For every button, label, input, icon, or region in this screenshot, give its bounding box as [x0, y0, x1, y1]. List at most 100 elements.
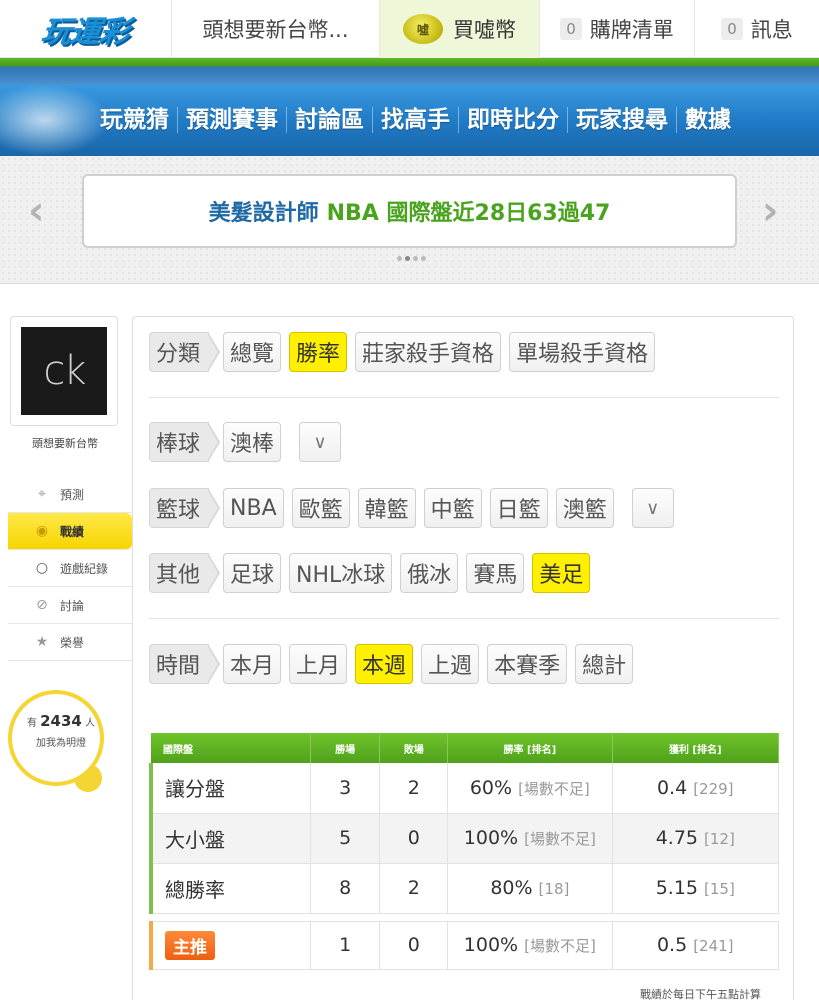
filter-row-time: 時間 本月 上月 本週 上週 本賽季 總計: [149, 644, 641, 684]
rate-value: 100%: [463, 934, 519, 956]
spacer-cell: [151, 913, 311, 921]
logo-text: 玩運彩: [39, 15, 131, 50]
nav-item-6[interactable]: 數據: [676, 107, 739, 133]
row-profit: 5.15 [15]: [612, 863, 779, 914]
filter-label-other: 其他: [149, 553, 221, 593]
chat-icon: ⊘: [36, 597, 48, 613]
table-row: 總勝率 8 2 80% [18] 5.15 [15]: [148, 863, 779, 914]
carousel-dot[interactable]: [421, 256, 426, 261]
cart-button[interactable]: 0 購牌清單: [540, 0, 695, 58]
filter-chip-time[interactable]: 上月: [289, 644, 348, 684]
sidebar-item-discuss[interactable]: ⊘ 討論: [8, 587, 132, 624]
filter-chip-other[interactable]: NHL冰球: [289, 553, 393, 593]
buy-coin-button[interactable]: 噓 買噓幣: [380, 0, 540, 58]
banner-link[interactable]: 美髮設計師 NBA 國際盤近28日63過47: [82, 174, 737, 248]
filter-chip-basketball[interactable]: 歐籃: [291, 488, 350, 528]
filter-chip-other[interactable]: 足球: [223, 553, 282, 593]
sidebar-item-label: 遊戲紀錄: [60, 561, 109, 576]
filter-chip-time[interactable]: 本週: [355, 644, 414, 684]
filter-label-category: 分類: [149, 332, 221, 372]
row-win: 3: [310, 763, 381, 814]
header-stripe: [0, 58, 819, 84]
message-count-badge: 0: [721, 18, 743, 40]
follower-count: 有 2434 人: [26, 712, 96, 730]
banner-text: NBA 國際盤近28日63過47: [326, 201, 611, 226]
filter-chip-basketball[interactable]: 澳籃: [555, 488, 614, 528]
table-header: 國際盤: [151, 733, 311, 763]
row-win: 5: [310, 813, 381, 864]
sidebar-item-honor[interactable]: ★ 榮譽: [8, 624, 132, 661]
chevron-down-icon[interactable]: ∨: [299, 422, 342, 462]
row-rate: 80% [18]: [447, 863, 613, 914]
user-name-link[interactable]: 頭想要新台幣...: [172, 0, 380, 58]
chevron-down-icon[interactable]: ∨: [631, 488, 674, 528]
row-rate: 60% [場數不足]: [447, 763, 613, 814]
banner-name: 美髮設計師: [208, 201, 319, 226]
filter-chip-category[interactable]: 莊家殺手資格: [355, 332, 502, 372]
filter-chip-other[interactable]: 俄冰: [400, 553, 459, 593]
carousel-dots: [397, 256, 426, 261]
filter-row-other: 其他 足球 NHL冰球 俄冰 賽馬 美足: [149, 553, 598, 593]
avatar-text: ck: [43, 348, 86, 394]
filter-chip-time[interactable]: 本月: [223, 644, 282, 684]
site-logo[interactable]: 玩運彩: [0, 0, 172, 58]
nav-item-5[interactable]: 玩家搜尋: [567, 107, 676, 133]
filter-chip-basketball[interactable]: 日籃: [489, 488, 548, 528]
trophy-icon: ★: [35, 634, 49, 650]
row-lose: 2: [379, 863, 449, 914]
buy-coin-label: 買噓幣: [453, 18, 516, 42]
filter-chip-time[interactable]: 總計: [575, 644, 634, 684]
filter-chip-other[interactable]: 賽馬: [466, 553, 525, 593]
filter-chip-category[interactable]: 單場殺手資格: [509, 332, 656, 372]
sidebar-item-label: 戰績: [60, 524, 85, 539]
row-profit: 0.4 [229]: [612, 763, 779, 814]
carousel-dot[interactable]: [413, 256, 418, 261]
filter-label-time: 時間: [149, 644, 221, 684]
sidebar-item-label: 預測: [60, 487, 85, 502]
profit-value: 5.15: [655, 877, 698, 899]
sidebar-item-record[interactable]: ◉ 戰績: [8, 513, 132, 550]
rate-value: 80%: [490, 877, 533, 899]
filter-chip-baseball[interactable]: 澳棒: [223, 422, 282, 462]
filter-chip-basketball[interactable]: 韓籃: [357, 488, 416, 528]
rate-rank: [場數不足]: [524, 830, 596, 848]
filter-chip-time[interactable]: 上週: [421, 644, 480, 684]
sidebar-item-predict[interactable]: ⌖ 預測: [8, 476, 132, 513]
filter-row-basketball: 籃球 NBA 歐籃 韓籃 中籃 日籃 澳籃 ∨: [149, 488, 682, 528]
sidebar-username: 頭想要新台幣: [32, 437, 98, 450]
rate-rank: [場數不足]: [518, 779, 590, 798]
sidebar-item-label: 榮譽: [60, 635, 85, 650]
avatar[interactable]: ck: [21, 327, 107, 415]
carousel-dot[interactable]: [405, 256, 410, 261]
spacer-cell: [379, 913, 448, 921]
filter-row-category: 分類 總覽 勝率 莊家殺手資格 單場殺手資格: [149, 332, 663, 372]
circle-icon: ○: [35, 560, 49, 576]
filter-chip-category[interactable]: 勝率: [289, 332, 348, 372]
filter-label-basketball: 籃球: [149, 488, 221, 528]
sidebar-item-game-record[interactable]: ○ 遊戲紀錄: [8, 550, 132, 587]
target-icon: ⌖: [38, 486, 46, 502]
nav-item-4[interactable]: 即時比分: [458, 107, 567, 133]
filter-chip-other[interactable]: 美足: [532, 553, 591, 593]
nav-item-2[interactable]: 討論區: [286, 107, 372, 133]
profit-rank: [229]: [693, 779, 734, 798]
profit-rank: [241]: [693, 937, 734, 955]
filter-chip-time[interactable]: 本賽季: [487, 644, 568, 684]
record-panel: 分類 總覽 勝率 莊家殺手資格 單場殺手資格 棒球 澳棒 ∨ 籃球 NBA 歐籃 韓籃 中籃 日籃 澳籃…: [132, 316, 794, 1000]
carousel-prev-icon[interactable]: ‹: [28, 188, 44, 234]
message-button[interactable]: 0 訊息: [695, 0, 819, 58]
top-bar: 玩運彩 頭想要新台幣... 噓 買噓幣 0 購牌清單 0 訊息: [0, 0, 819, 58]
profit-rank: [12]: [704, 830, 735, 848]
carousel-next-icon[interactable]: ›: [762, 188, 778, 234]
nav-item-3[interactable]: 找高手: [372, 107, 458, 133]
follow-bulb-button[interactable]: 有 2434 人 加我為明燈: [8, 690, 120, 802]
filter-chip-basketball[interactable]: NBA: [223, 488, 284, 528]
carousel-dot[interactable]: [397, 256, 402, 261]
cart-label: 購牌清單: [589, 18, 674, 42]
filter-chip-category[interactable]: 總覽: [223, 332, 282, 372]
medal-icon: ◉: [35, 523, 49, 539]
rate-rank: [場數不足]: [524, 937, 596, 955]
nav-item-1[interactable]: 預測賽事: [177, 107, 286, 133]
filter-chip-basketball[interactable]: 中籃: [423, 488, 482, 528]
profit-value: 4.75: [655, 827, 698, 849]
